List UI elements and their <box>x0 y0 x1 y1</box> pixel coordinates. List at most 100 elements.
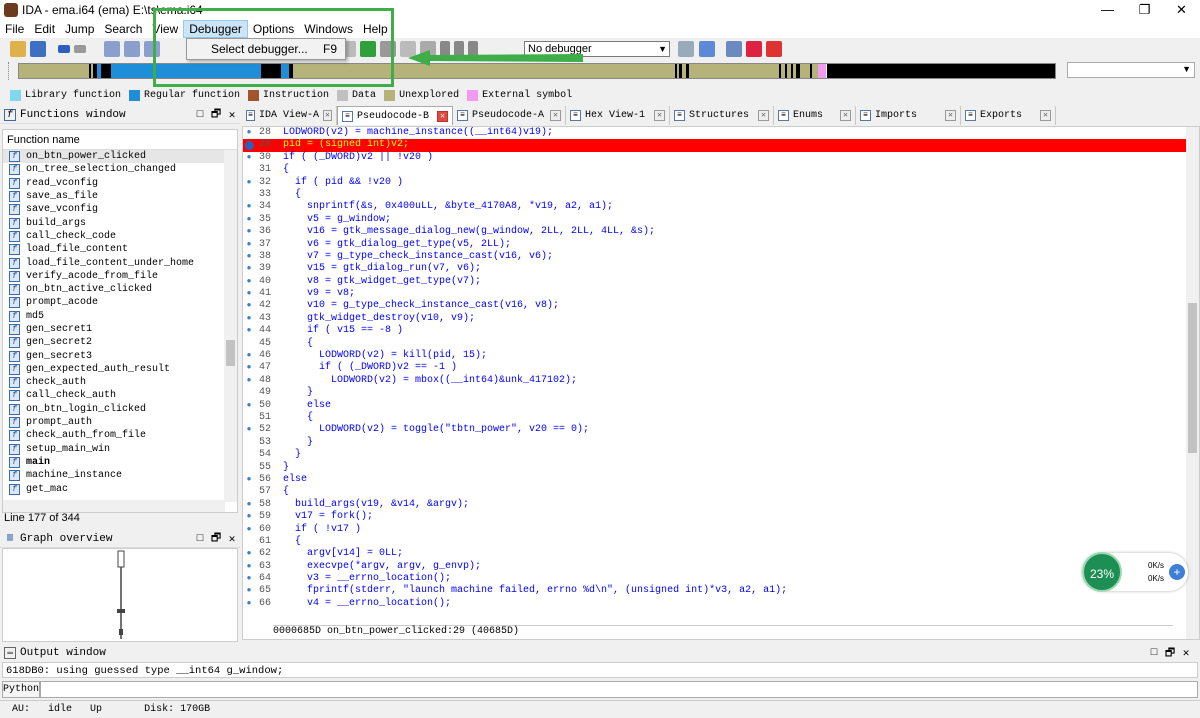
code-line[interactable]: ● 41 v9 = v8; <box>243 288 1188 300</box>
close-button[interactable]: ✕ <box>1163 0 1200 20</box>
pseudocode-scrollbar[interactable] <box>1186 127 1199 639</box>
open-file-icon[interactable] <box>10 41 26 57</box>
line-marker-icon[interactable]: ● <box>243 400 255 412</box>
nav-segment-select[interactable]: ▼ <box>1067 62 1195 78</box>
code-line[interactable]: ● 52 LODWORD(v2) = toggle("tbtn_power", v… <box>243 424 1188 436</box>
tab-pseudocode-b[interactable]: ≡ Pseudocode-B ✕ <box>337 106 453 125</box>
line-marker-icon[interactable]: ● <box>243 375 255 387</box>
pseudocode-view[interactable]: ● 28 LODWORD(v2) = machine_instance((__int… <box>242 126 1200 640</box>
function-list-item[interactable]: f setup_main_win <box>3 443 237 456</box>
function-list-hscrollbar[interactable] <box>3 500 225 512</box>
tab-close-icon[interactable]: ✕ <box>654 110 665 121</box>
menu-file[interactable]: File <box>0 20 29 38</box>
line-gutter[interactable] <box>243 189 255 201</box>
code-line[interactable]: ● 39 v15 = gtk_dialog_run(v7, v6); <box>243 263 1188 275</box>
line-marker-icon[interactable]: ● <box>243 561 255 573</box>
line-marker-icon[interactable]: ● <box>243 276 255 288</box>
tab-close-icon[interactable]: ✕ <box>1040 110 1051 121</box>
code-line[interactable]: ● 37 v6 = gtk_dialog_get_type(v5, 2LL); <box>243 239 1188 251</box>
code-line[interactable]: ● 66 v4 = __errno_location(); <box>243 598 1188 610</box>
line-gutter[interactable] <box>243 387 255 399</box>
function-list-item[interactable]: f build_args <box>3 216 237 229</box>
function-list-item[interactable]: f save_as_file <box>3 190 237 203</box>
panel-float-icon[interactable]: 🗗 <box>1162 644 1178 663</box>
python-language-button[interactable]: Python <box>2 681 40 698</box>
code-line[interactable]: ● 42 v10 = g_type_check_instance_cast(v16… <box>243 300 1188 312</box>
line-marker-icon[interactable]: ● <box>243 313 255 325</box>
code-line[interactable]: ● 35 v5 = g_window; <box>243 214 1188 226</box>
code-line[interactable]: ● 65 fprintf(stderr, "launch machine fail… <box>243 585 1188 597</box>
struct-icon[interactable] <box>144 41 160 57</box>
function-list-item[interactable]: f verify_acode_from_file <box>3 270 237 283</box>
nav-handle[interactable] <box>8 62 16 80</box>
function-list-item[interactable]: f load_file_content <box>3 243 237 256</box>
function-list-item[interactable]: f call_check_auth <box>3 389 237 402</box>
code-line[interactable]: ● 46 LODWORD(v2) = kill(pid, 15); <box>243 350 1188 362</box>
line-gutter[interactable] <box>243 486 255 498</box>
function-list-item[interactable]: f main <box>3 456 237 469</box>
code-line[interactable]: ● 50 else <box>243 400 1188 412</box>
maximize-button[interactable]: ❐ <box>1126 0 1163 20</box>
code-line[interactable]: 55} <box>243 462 1188 474</box>
line-marker-icon[interactable]: ● <box>243 226 255 238</box>
menu-windows[interactable]: Windows <box>299 20 358 38</box>
code-line[interactable]: ● 34 snprintf(&s, 0x400uLL, &byte_4170A8,… <box>243 201 1188 213</box>
scrollbar-thumb[interactable] <box>1188 303 1197 453</box>
code-line[interactable]: ● 28 LODWORD(v2) = machine_instance((__int… <box>243 127 1188 139</box>
function-list-item[interactable]: f machine_instance <box>3 469 237 482</box>
line-marker-icon[interactable]: ● <box>243 325 255 337</box>
function-list-item[interactable]: f gen_secret2 <box>3 336 237 349</box>
code-line[interactable]: 51 { <box>243 412 1188 424</box>
line-marker-icon[interactable]: ● <box>243 239 255 251</box>
code-line[interactable]: 61 { <box>243 536 1188 548</box>
line-marker-icon[interactable]: ● <box>243 300 255 312</box>
panel-float-icon[interactable]: 🗗 <box>208 529 224 548</box>
add-icon[interactable] <box>360 41 376 57</box>
line-gutter[interactable] <box>243 338 255 350</box>
line-gutter[interactable] <box>243 412 255 424</box>
code-line[interactable]: ● 63 execvpe(*argv, argv, g_envp); <box>243 561 1188 573</box>
code-line[interactable]: ● 56 else <box>243 474 1188 486</box>
menu-debugger[interactable]: Debugger <box>183 20 248 38</box>
function-list-item[interactable]: f on_tree_selection_changed <box>3 163 237 176</box>
line-marker-icon[interactable]: ● <box>243 424 255 436</box>
plus-icon[interactable]: + <box>1169 564 1185 580</box>
tab-close-icon[interactable]: ✕ <box>437 110 448 122</box>
function-list-item[interactable]: f load_file_content_under_home <box>3 256 237 269</box>
binary-icon[interactable] <box>124 41 140 57</box>
line-marker-icon[interactable]: ● <box>243 350 255 362</box>
tab-close-icon[interactable]: ✕ <box>550 110 561 121</box>
function-list-item[interactable]: f call_check_code <box>3 230 237 243</box>
code-line[interactable]: ● 60 if ( !v17 ) <box>243 524 1188 536</box>
line-marker-icon[interactable]: ● <box>243 127 255 139</box>
tab-close-icon[interactable]: ✕ <box>323 110 332 121</box>
code-line[interactable]: ● 62 argv[v14] = 0LL; <box>243 548 1188 560</box>
function-list-item[interactable]: f read_vconfig <box>3 177 237 190</box>
function-list-scrollbar[interactable] <box>224 150 237 502</box>
line-marker-icon[interactable]: ● <box>243 251 255 263</box>
menu-edit[interactable]: Edit <box>29 20 60 38</box>
function-list-item[interactable]: f on_btn_active_clicked <box>3 283 237 296</box>
minimize-button[interactable]: — <box>1089 0 1126 20</box>
code-line[interactable]: 57 { <box>243 486 1188 498</box>
code-line[interactable]: 33 { <box>243 189 1188 201</box>
panel-restore-icon[interactable]: □ <box>1146 647 1162 659</box>
panel-close-icon[interactable]: ✕ <box>224 532 240 546</box>
line-marker-icon[interactable]: ● <box>243 474 255 486</box>
tab-structures[interactable]: ≡ Structures ✕ <box>670 106 774 125</box>
line-marker-icon[interactable]: ● <box>243 177 255 189</box>
clear-breakpoint-icon[interactable] <box>766 41 782 57</box>
line-marker-icon[interactable]: ● <box>243 214 255 226</box>
code-line[interactable]: 54 } <box>243 449 1188 461</box>
code-line[interactable]: ● 64 v3 = __errno_location(); <box>243 573 1188 585</box>
tab-exports[interactable]: ≡ Exports ✕ <box>961 106 1056 125</box>
menu-view[interactable]: View <box>147 20 183 38</box>
function-list-item[interactable]: f save_vconfig <box>3 203 237 216</box>
code-line[interactable]: ● 59 v17 = fork(); <box>243 511 1188 523</box>
line-marker-icon[interactable]: ● <box>243 201 255 213</box>
function-list-item[interactable]: f check_auth <box>3 376 237 389</box>
code-line[interactable]: ● 48 LODWORD(v2) = mbox((__int64)&unk_417… <box>243 375 1188 387</box>
tab-ida-view-a[interactable]: ≡ IDA View-A ✕ <box>242 106 337 125</box>
tab-close-icon[interactable]: ✕ <box>945 110 956 121</box>
code-line[interactable]: 53 } <box>243 437 1188 449</box>
